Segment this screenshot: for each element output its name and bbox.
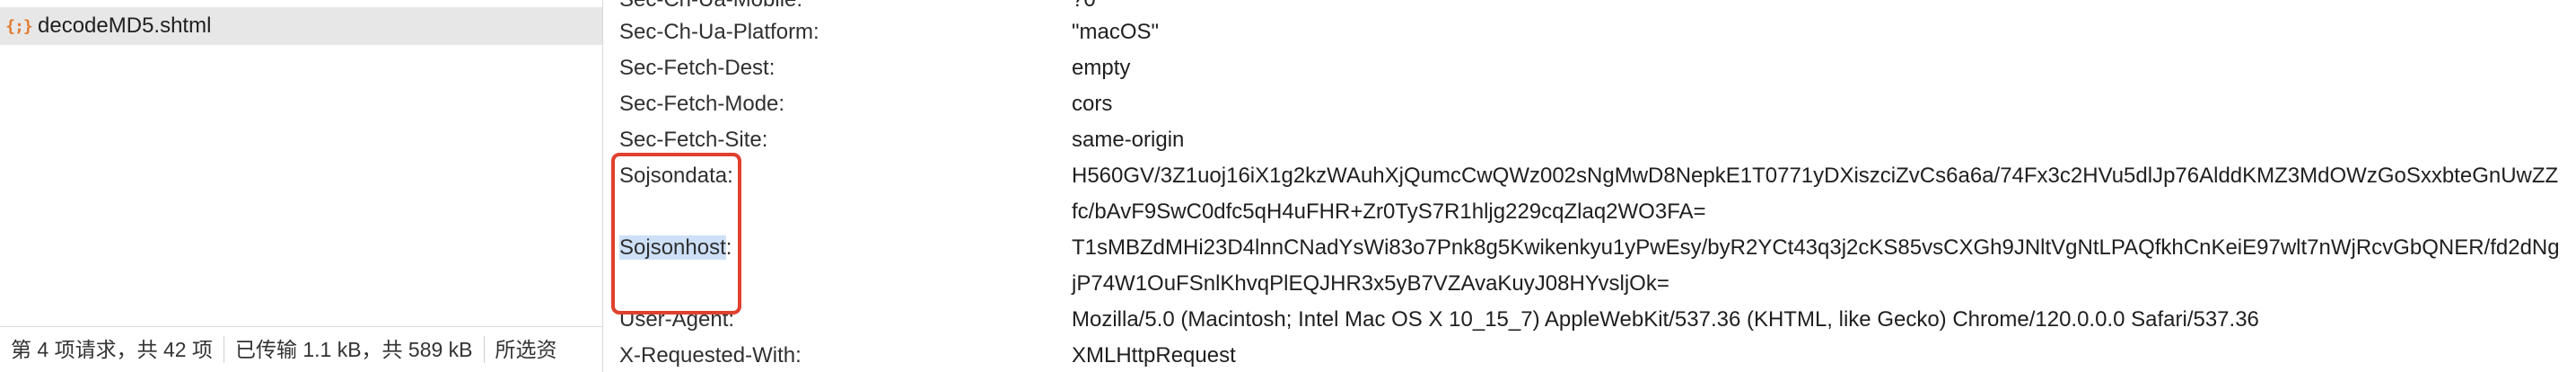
header-value[interactable]: T1sMBZdMHi23D4lnnCNadYsWi83o7Pnk8g5Kwike…: [1072, 230, 2562, 302]
header-name: User-Agent:: [619, 307, 735, 332]
status-selected: 所选资: [495, 338, 557, 361]
header-name: Sec-Fetch-Site:: [619, 128, 768, 152]
right-edge-gutter: [2567, 0, 2576, 372]
header-value[interactable]: H560GV/3Z1uoj16iX1g2kzWAuhXjQumcCwQWz002…: [1072, 158, 2562, 230]
header-value: "macOS": [1072, 20, 1160, 44]
request-headers-pane: Sec-Ch-Ua-Mobile: ?0 Sec-Ch-Ua-Platform:…: [603, 0, 2576, 372]
status-transferred: 已传输 1.1 kB，共 589 kB: [224, 336, 485, 363]
request-file-name: decodeMD5.shtml: [38, 13, 212, 38]
header-name: Sec-Fetch-Dest:: [619, 56, 775, 80]
header-value: XMLHttpRequest: [1072, 343, 1236, 368]
header-name: Sojsonhost:: [619, 230, 732, 266]
header-value: cors: [1072, 92, 1113, 116]
header-name: X-Requested-With:: [619, 343, 802, 368]
header-name: Sojsondata:: [619, 164, 733, 188]
header-value: same-origin: [1072, 128, 1185, 152]
header-name-suffix: :: [725, 235, 732, 260]
header-name: Sec-Fetch-Mode:: [619, 92, 785, 116]
header-value: Mozilla/5.0 (Macintosh; Intel Mac OS X 1…: [1072, 307, 2259, 332]
header-value: empty: [1072, 56, 1131, 80]
selected-text-highlight: Sojsonhost: [619, 235, 726, 260]
code-braces-icon: {;}: [5, 16, 33, 36]
status-request-count: 第 4 项请求，共 42 项: [0, 336, 224, 363]
request-list-pane: {;} decodeMD5.shtml 第 4 项请求，共 42 项 已传输 1…: [0, 0, 603, 372]
request-row-selected[interactable]: {;} decodeMD5.shtml: [0, 7, 602, 45]
status-bar: 第 4 项请求，共 42 项 已传输 1.1 kB，共 589 kB 所选资: [0, 326, 602, 372]
devtools-network-panel: {;} decodeMD5.shtml 第 4 项请求，共 42 项 已传输 1…: [0, 0, 2576, 372]
header-name: Sec-Ch-Ua-Platform:: [619, 20, 819, 44]
